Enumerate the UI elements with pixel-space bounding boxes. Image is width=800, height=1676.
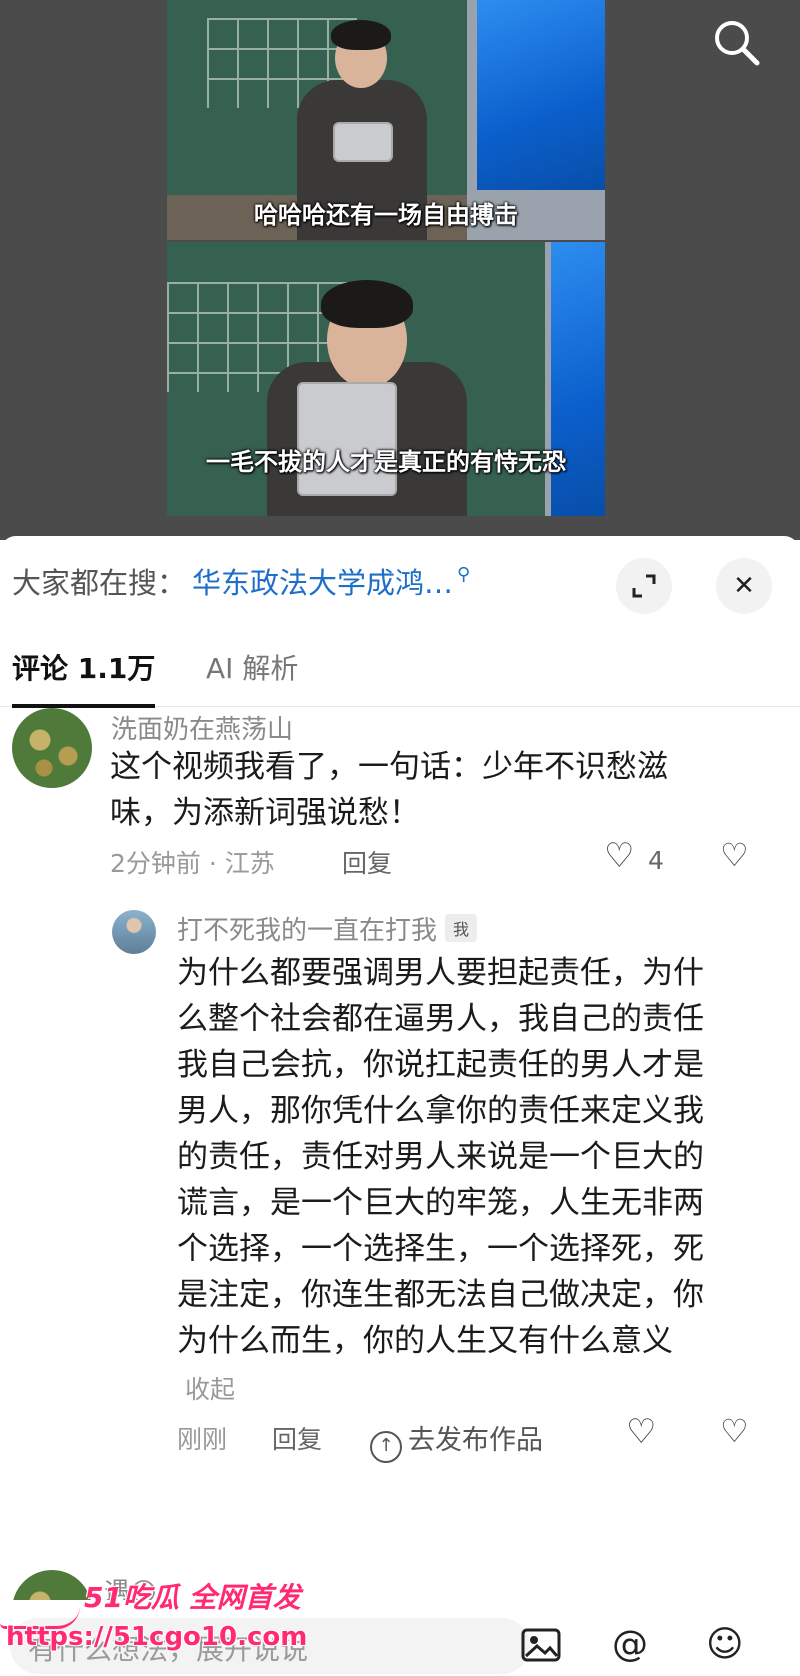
video-subtitle: 哈哈哈还有一场自由搏击	[254, 201, 518, 229]
like-count: 4	[648, 846, 664, 875]
tab-ai-analysis[interactable]: AI 解析	[206, 646, 298, 704]
comment-text-line: 这个视频我看了，一句话：少年不识愁滋	[110, 749, 668, 785]
upload-icon: ↑	[370, 1431, 402, 1463]
like-icon[interactable]: ♡	[604, 836, 634, 876]
trending-search[interactable]: 大家都在搜： 华东政法大学成鸿… ⚲	[12, 558, 470, 604]
avatar[interactable]	[12, 708, 92, 788]
mention-icon[interactable]: @	[612, 1624, 648, 1665]
collapse-button[interactable]: 收起	[185, 1370, 235, 1406]
comment-username[interactable]: 洗面奶在燕荡山	[111, 709, 293, 746]
reply-text-line: 我自己会抗，你说扛起责任的男人才是	[177, 1047, 704, 1083]
comment-item: 洗面奶在燕荡山 这个视频我看了，一句话：少年不识愁滋 味，为添新词强说愁！ 2分…	[0, 706, 800, 906]
reply-item: 打不死我的一直在打我我 为什么都要强调男人要担起责任，为什 么整个社会都在逼男人…	[0, 906, 800, 1466]
close-icon: ✕	[733, 571, 755, 601]
me-badge: 我	[445, 914, 478, 942]
close-button[interactable]: ✕	[716, 558, 772, 614]
comments-panel: 大家都在搜： 华东政法大学成鸿… ⚲ ✕ 评论 1.1万 AI 解析 洗面奶在燕…	[0, 536, 800, 1676]
image-icon[interactable]	[520, 1624, 562, 1666]
reply-text-line: 么整个社会都在逼男人，我自己的责任	[177, 1001, 704, 1037]
reply-time: 刚刚	[177, 1425, 228, 1454]
tab-comments[interactable]: 评论 1.1万	[12, 646, 156, 708]
reply-text-line: 的责任，责任对男人来说是一个巨大的	[177, 1139, 704, 1175]
reply-text-line: 谎言，是一个巨大的牢笼，人生无非两	[177, 1185, 704, 1221]
watermark-title: 51吃瓜 全网首发	[84, 1581, 301, 1614]
comment-text-line: 味，为添新词强说愁！	[110, 795, 420, 831]
trending-search-prefix: 大家都在搜：	[12, 566, 187, 600]
search-icon[interactable]	[710, 16, 764, 70]
watermark-url: https://51cgo10.com	[6, 1622, 308, 1652]
video-subtitle: 一毛不拔的人才是真正的有恃无恐	[206, 448, 566, 476]
reply-text-line: 男人，那你凭什么拿你的责任来定义我	[177, 1093, 704, 1129]
emoji-icon[interactable]: ☺	[706, 1624, 744, 1665]
reply-button[interactable]: 回复	[272, 1420, 322, 1456]
reply-username-text: 打不死我的一直在打我	[177, 916, 438, 946]
publish-work-button[interactable]: ↑ 去发布作品	[370, 1418, 543, 1463]
reply-text-line: 个选择，一个选择生，一个选择死，死	[177, 1231, 704, 1267]
comment-text: 这个视频我看了，一句话：少年不识愁滋 味，为添新词强说愁！	[110, 744, 790, 836]
search-icon: ⚲	[457, 563, 471, 585]
expand-button[interactable]	[616, 558, 672, 614]
comment-tabs: 评论 1.1万 AI 解析	[0, 646, 800, 708]
comment-meta: 2分钟前 · 江苏	[110, 849, 275, 878]
reply-button[interactable]: 回复	[342, 844, 392, 880]
video-player[interactable]: 哈哈哈还有一场自由搏击 一毛不拔的人才是真正的有恃无恐	[0, 0, 800, 540]
video-frame-top: 哈哈哈还有一场自由搏击	[167, 0, 605, 240]
watermark: 51吃瓜 全网首发 https://51cgo10.com	[0, 1570, 307, 1676]
reply-text-line: 为什么都要强调男人要担起责任，为什	[177, 955, 704, 991]
reply-text-line: 是注定，你连生都无法自己做决定，你	[177, 1277, 704, 1313]
avatar[interactable]	[112, 910, 156, 954]
video-frame-bottom: 一毛不拔的人才是真正的有恃无恐	[167, 242, 605, 516]
reply-username[interactable]: 打不死我的一直在打我我	[177, 910, 478, 947]
expand-icon	[632, 574, 656, 598]
trending-search-query[interactable]: 华东政法大学成鸿…	[192, 560, 453, 602]
publish-work-label: 去发布作品	[408, 1425, 543, 1456]
reply-text: 为什么都要强调男人要担起责任，为什 么整个社会都在逼男人，我自己的责任 我自己会…	[177, 950, 777, 1364]
dislike-icon[interactable]: ♡	[720, 1412, 749, 1450]
like-icon[interactable]: ♡	[626, 1412, 656, 1452]
reply-text-line: 为什么而生，你的人生又有什么意义	[177, 1323, 673, 1359]
dislike-icon[interactable]: ♡	[720, 836, 749, 874]
